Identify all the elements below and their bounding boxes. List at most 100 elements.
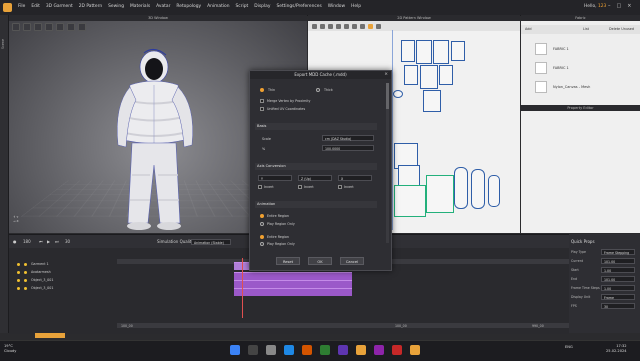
first-frame-icon[interactable]: ⏮ (39, 239, 43, 244)
menu-2d-pattern[interactable]: 2D Pattern (79, 4, 102, 9)
axis-z-dropdown[interactable]: X (338, 175, 372, 181)
circle-icon[interactable] (344, 23, 349, 29)
timeline-row[interactable]: Avatarmesh (17, 270, 51, 274)
pattern-piece[interactable] (420, 65, 438, 89)
maximize-icon[interactable]: □ (617, 3, 622, 9)
garment-avatar[interactable] (104, 45, 204, 233)
pattern-piece[interactable] (404, 65, 418, 85)
keyframe-track[interactable] (234, 280, 352, 288)
menu-sewing[interactable]: Sewing (108, 4, 124, 9)
visibility-dot-icon[interactable] (17, 262, 20, 266)
keyframe-track[interactable] (234, 288, 352, 296)
pattern-piece[interactable] (439, 65, 453, 85)
texture-icon[interactable] (368, 23, 373, 29)
clock[interactable]: 17:32 25.02.2024 (606, 344, 627, 354)
fabric-item[interactable]: Nylon_Canvas - Mesh (535, 81, 590, 93)
menu-edit[interactable]: Edit (31, 4, 40, 9)
lock-dot-icon[interactable] (24, 270, 27, 274)
unified-uv-checkbox[interactable] (260, 107, 264, 111)
move-tool-icon[interactable] (12, 23, 20, 31)
qp-play-type[interactable]: Frame Stepping (601, 249, 635, 255)
menu-settings[interactable]: Settings/Preferences (276, 4, 321, 9)
qp-display-unit[interactable]: Frame (601, 294, 635, 300)
cancel-button[interactable]: Cancel (340, 257, 364, 265)
menu-avatar[interactable]: Avatar (156, 4, 170, 9)
pattern-piece[interactable] (451, 41, 465, 61)
timeline-scrollbar[interactable] (117, 323, 569, 328)
menu-window[interactable]: Window (328, 4, 345, 9)
play-region-radio-2[interactable] (260, 242, 264, 246)
edge-icon[interactable] (284, 345, 294, 355)
minimize-icon[interactable]: – (608, 3, 611, 9)
last-frame-icon[interactable]: ⏭ (55, 239, 59, 244)
qp-frame-time-steps[interactable]: 1.00 (601, 285, 635, 291)
pattern-piece[interactable] (416, 40, 432, 64)
invert-y-checkbox[interactable] (298, 185, 302, 189)
simulate-icon[interactable] (45, 23, 53, 31)
menu-materials[interactable]: Materials (130, 4, 150, 9)
play-icon[interactable]: ▶ (47, 239, 50, 244)
timeline-row[interactable]: Object_3_001 (17, 278, 53, 282)
select-tool-icon[interactable] (34, 23, 42, 31)
transform-icon[interactable] (320, 23, 325, 29)
animation-mode-dropdown[interactable]: Animation (Stable) (191, 239, 231, 245)
pattern-piece[interactable] (454, 167, 468, 209)
frame-number[interactable]: 180 (23, 239, 31, 244)
app-icon[interactable] (392, 345, 402, 355)
pattern-piece-selected[interactable] (394, 185, 426, 217)
rotate-tool-icon[interactable] (23, 23, 31, 31)
lock-dot-icon[interactable] (24, 262, 27, 266)
pattern-piece[interactable] (471, 169, 485, 209)
menu-3d-garment[interactable]: 3D Garment (46, 4, 73, 9)
qp-current[interactable]: 101.00 (601, 258, 635, 264)
sewing-icon[interactable] (360, 23, 365, 29)
scene-tab[interactable]: Scene (1, 39, 5, 49)
fabric-list-button[interactable]: List (583, 27, 589, 31)
close-icon[interactable]: × (627, 3, 631, 9)
pattern-piece[interactable] (488, 175, 500, 207)
merge-checkbox[interactable] (260, 99, 264, 103)
pattern-piece[interactable] (423, 90, 441, 112)
grade-icon[interactable] (376, 23, 381, 29)
pin-tool-icon[interactable] (56, 23, 64, 31)
language-indicator[interactable]: ENG (565, 345, 573, 349)
app-icon[interactable] (338, 345, 348, 355)
dialog-scroll-thumb[interactable] (386, 83, 389, 109)
menu-script[interactable]: Script (236, 4, 249, 9)
fps-value[interactable]: 30 (65, 239, 70, 244)
pattern-piece[interactable] (433, 40, 449, 64)
qp-start[interactable]: 1.00 (601, 267, 635, 273)
user-greeting[interactable]: Hello, 123 (584, 4, 606, 9)
keyframe-track[interactable] (234, 272, 352, 280)
axis-conversion-section[interactable]: Axis Conversion (255, 163, 377, 170)
invert-z-checkbox[interactable] (338, 185, 342, 189)
ok-button[interactable]: OK (308, 257, 332, 265)
search-icon[interactable] (248, 345, 258, 355)
pattern-piece-selected[interactable] (426, 175, 454, 213)
reset-button[interactable]: Reset (276, 257, 300, 265)
lock-dot-icon[interactable] (24, 278, 27, 282)
edit-pattern-icon[interactable] (312, 23, 317, 29)
axis-y-dropdown[interactable]: Z (Up) (298, 175, 332, 181)
visibility-dot-icon[interactable] (17, 286, 20, 290)
menu-animation[interactable]: Animation (207, 4, 229, 9)
thin-radio[interactable] (260, 88, 264, 92)
thick-radio[interactable] (316, 88, 320, 92)
play-region-radio[interactable] (260, 222, 264, 226)
animation-section[interactable]: Animation (255, 201, 377, 208)
rectangle-icon[interactable] (336, 23, 341, 29)
menu-file[interactable]: File (18, 4, 25, 9)
visibility-dot-icon[interactable] (17, 278, 20, 282)
fold-tool-icon[interactable] (67, 23, 75, 31)
basis-section[interactable]: Basis (255, 123, 377, 130)
pattern-piece[interactable] (398, 165, 420, 187)
playhead[interactable] (242, 258, 243, 318)
pattern-piece[interactable] (401, 40, 415, 62)
entire-region-radio[interactable] (260, 214, 264, 218)
menu-retopology[interactable]: Retopology (176, 4, 201, 9)
app-icon[interactable] (374, 345, 384, 355)
record-icon[interactable]: ● (13, 239, 17, 244)
axis-x-dropdown[interactable]: Y (258, 175, 292, 181)
percent-input[interactable]: 100.0000 (322, 145, 374, 151)
clo3d-icon[interactable] (410, 345, 420, 355)
